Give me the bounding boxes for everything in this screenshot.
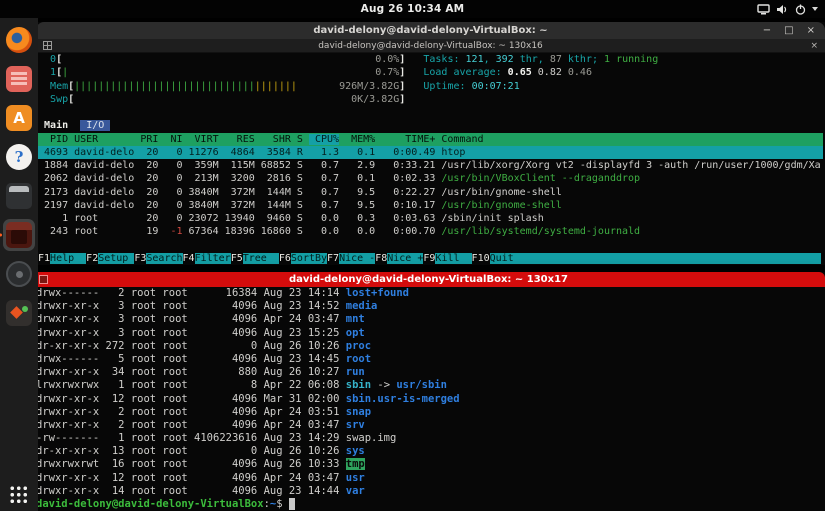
show-applications-icon: [10, 486, 29, 505]
terminal-line: 4693 david-delo 20 0 11276 4864 3584 R 1…: [38, 146, 823, 159]
files-icon: [6, 66, 32, 92]
shell-output[interactable]: drwx------ 2 root root 16384 Aug 23 14:1…: [32, 287, 825, 511]
terminal-line: 1 root 20 0 23072 13940 9460 S 0.0 0.3 0…: [38, 212, 823, 225]
help-icon: [6, 144, 32, 170]
dock-item-ubuntu-software[interactable]: [3, 297, 35, 329]
tab-close-button[interactable]: ×: [810, 41, 818, 51]
terminal-line: dr-xr-xr-x 272 root root 0 Aug 26 10:26 …: [36, 340, 821, 353]
dock-item-amazon[interactable]: [3, 102, 35, 134]
terminal-line: drwxr-xr-x 12 root root 4096 Mar 31 02:0…: [36, 393, 821, 406]
terminal-line: Main I/O: [38, 119, 823, 132]
desktop: Aug 26 10:34 AM: [0, 0, 825, 511]
dock-item-firefox[interactable]: [3, 24, 35, 56]
terminal-line: Swp[ 0K/3.82G]: [38, 93, 823, 106]
shell-window-titlebar[interactable]: david-delony@david-delony-VirtualBox: ~ …: [32, 272, 825, 287]
terminal-line: Mem[||||||||||||||||||||||||||||||||||||…: [38, 80, 823, 93]
terminal-tab-bar: david-delony@david-delony-VirtualBox: ~ …: [36, 39, 825, 53]
htop-window-title: david-delony@david-delony-VirtualBox: ~: [313, 25, 547, 36]
clock[interactable]: Aug 26 10:34 AM: [0, 0, 825, 18]
media-player-icon: [6, 261, 32, 287]
terminal-line: drwxr-xr-x 3 root root 4096 Aug 23 15:25…: [36, 327, 821, 340]
htop-window-titlebar[interactable]: david-delony@david-delony-VirtualBox: ~ …: [36, 22, 825, 39]
htop-output[interactable]: 0[ 0.0%] Tasks: 121, 392 thr, 87 kthr; 1…: [36, 53, 825, 265]
display-icon: [757, 4, 770, 15]
terminal-window-shell: david-delony@david-delony-VirtualBox: ~ …: [32, 272, 825, 511]
terminal-line: 243 root 19 -1 67364 18396 16860 S 0.0 0…: [38, 225, 823, 238]
terminal-line: dr-xr-xr-x 13 root root 0 Aug 26 10:26 s…: [36, 445, 821, 458]
terminal-line: 2062 david-delo 20 0 213M 3200 2816 S 0.…: [38, 172, 823, 185]
terminal-line: 1[| 0.7%] Load average: 0.65 0.82 0.46: [38, 66, 823, 79]
terminal-line: 2197 david-delo 20 0 3840M 372M 144M S 0…: [38, 199, 823, 212]
terminal-line: drwxr-xr-x 3 root root 4096 Apr 24 03:47…: [36, 313, 821, 326]
terminal-line: [38, 239, 823, 252]
power-icon: [795, 4, 806, 15]
dock-item-active-app[interactable]: [3, 219, 35, 251]
terminal-line: F1Help F2Setup F3SearchF4FilterF5Tree F6…: [38, 252, 823, 265]
dock-item-help[interactable]: [3, 141, 35, 173]
dock-item-media-player[interactable]: [3, 258, 35, 290]
terminal-line: drwx------ 2 root root 16384 Aug 23 14:1…: [36, 287, 821, 300]
top-bar: Aug 26 10:34 AM: [0, 0, 825, 18]
maximize-button[interactable]: □: [784, 26, 793, 36]
minimize-button[interactable]: −: [763, 26, 771, 36]
close-button[interactable]: ×: [807, 26, 815, 36]
dock-item-terminal[interactable]: [3, 180, 35, 212]
terminal-line: drwxrwxrwt 16 root root 4096 Aug 26 10:3…: [36, 458, 821, 471]
terminal-window-htop: david-delony@david-delony-VirtualBox: ~ …: [36, 22, 825, 265]
window-controls: − □ ×: [763, 22, 815, 39]
ubuntu-software-icon: [6, 300, 32, 326]
chevron-down-icon: [812, 7, 818, 11]
terminal-line: 0[ 0.0%] Tasks: 121, 392 thr, 87 kthr; 1…: [38, 53, 823, 66]
terminal-line: drwxr-xr-x 34 root root 880 Aug 26 10:27…: [36, 366, 821, 379]
dock-item-show-applications[interactable]: [0, 486, 38, 505]
terminal-tab-title[interactable]: david-delony@david-delony-VirtualBox: ~ …: [318, 41, 543, 51]
terminal-line: -rw------- 1 root root 4106223616 Aug 23…: [36, 432, 821, 445]
amazon-icon: [6, 105, 32, 131]
system-tray[interactable]: [757, 0, 818, 18]
active-app-icon: [6, 222, 32, 248]
terminal-line: david-delony@david-delony-VirtualBox:~$: [36, 498, 821, 511]
terminal-tab-icon: [43, 41, 52, 50]
terminal-line: PID USER PRI NI VIRT RES SHR S CPU% MEM%…: [38, 133, 823, 146]
terminal-line: 2173 david-delo 20 0 3840M 372M 144M S 0…: [38, 186, 823, 199]
terminal-line: drwxr-xr-x 2 root root 4096 Apr 24 03:47…: [36, 419, 821, 432]
terminal-line: lrwxrwxrwx 1 root root 8 Apr 22 06:08 sb…: [36, 379, 821, 392]
firefox-icon: [6, 27, 32, 53]
terminal-line: 1884 david-delo 20 0 359M 115M 68852 S 0…: [38, 159, 823, 172]
shell-window-icon: [39, 275, 48, 284]
terminal-line: [38, 106, 823, 119]
volume-icon: [776, 4, 789, 15]
terminal-line: drwxr-xr-x 2 root root 4096 Apr 24 03:51…: [36, 406, 821, 419]
terminal-line: drwxr-xr-x 14 root root 4096 Aug 23 14:4…: [36, 485, 821, 498]
terminal-line: drwxr-xr-x 3 root root 4096 Aug 23 14:52…: [36, 300, 821, 313]
terminal-line: drwx------ 5 root root 4096 Aug 23 14:45…: [36, 353, 821, 366]
dock-item-files[interactable]: [3, 63, 35, 95]
terminal-line: drwxr-xr-x 12 root root 4096 Apr 24 03:4…: [36, 472, 821, 485]
terminal-icon: [6, 183, 32, 209]
shell-window-title: david-delony@david-delony-VirtualBox: ~ …: [289, 274, 568, 285]
dock: [0, 18, 38, 511]
